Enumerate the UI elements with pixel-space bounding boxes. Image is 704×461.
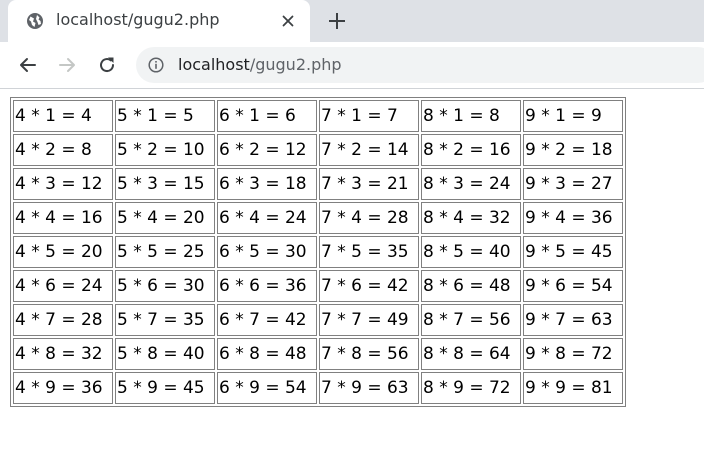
url-path: /gugu2.php (249, 55, 342, 74)
table-cell: 9 * 5 = 45 (523, 236, 623, 268)
table-cell: 4 * 2 = 8 (13, 134, 113, 166)
table-cell: 6 * 7 = 42 (217, 304, 317, 336)
table-row: 4 * 1 = 45 * 1 = 56 * 1 = 67 * 1 = 78 * … (13, 100, 623, 132)
table-cell: 6 * 8 = 48 (217, 338, 317, 370)
table-cell: 8 * 9 = 72 (421, 372, 521, 404)
table-cell: 4 * 5 = 20 (13, 236, 113, 268)
table-cell: 5 * 2 = 10 (115, 134, 215, 166)
table-cell: 7 * 1 = 7 (319, 100, 419, 132)
table-cell: 4 * 4 = 16 (13, 202, 113, 234)
table-cell: 8 * 5 = 40 (421, 236, 521, 268)
page-content: 4 * 1 = 45 * 1 = 56 * 1 = 67 * 1 = 78 * … (0, 89, 704, 461)
table-cell: 8 * 1 = 8 (421, 100, 521, 132)
table-cell: 5 * 8 = 40 (115, 338, 215, 370)
close-icon[interactable] (280, 13, 296, 29)
table-cell: 9 * 8 = 72 (523, 338, 623, 370)
table-cell: 7 * 5 = 35 (319, 236, 419, 268)
table-cell: 9 * 2 = 18 (523, 134, 623, 166)
table-cell: 9 * 7 = 63 (523, 304, 623, 336)
table-cell: 5 * 4 = 20 (115, 202, 215, 234)
table-cell: 6 * 6 = 36 (217, 270, 317, 302)
globe-icon (27, 13, 43, 29)
table-cell: 5 * 5 = 25 (115, 236, 215, 268)
table-cell: 7 * 8 = 56 (319, 338, 419, 370)
table-cell: 6 * 5 = 30 (217, 236, 317, 268)
table-cell: 4 * 7 = 28 (13, 304, 113, 336)
table-cell: 9 * 9 = 81 (523, 372, 623, 404)
table-cell: 5 * 7 = 35 (115, 304, 215, 336)
table-cell: 8 * 2 = 16 (421, 134, 521, 166)
arrow-left-icon[interactable] (18, 55, 38, 75)
table-cell: 9 * 4 = 36 (523, 202, 623, 234)
address-bar[interactable]: localhost/gugu2.php (136, 47, 704, 83)
table-cell: 8 * 8 = 64 (421, 338, 521, 370)
browser-tab[interactable]: localhost/gugu2.php (8, 0, 310, 42)
table-cell: 7 * 3 = 21 (319, 168, 419, 200)
table-cell: 5 * 9 = 45 (115, 372, 215, 404)
table-cell: 9 * 3 = 27 (523, 168, 623, 200)
table-cell: 4 * 3 = 12 (13, 168, 113, 200)
info-icon[interactable] (148, 57, 164, 73)
table-row: 4 * 3 = 12 5 * 3 = 15 6 * 3 = 18 7 * 3 = 21… (13, 168, 623, 200)
url-host: localhost (178, 55, 250, 74)
tab-title: localhost/gugu2.php (56, 10, 220, 29)
table-row: 4 * 4 = 16 5 * 4 = 20 6 * 4 = 24 7 * 4 = 28… (13, 202, 623, 234)
table-row: 4 * 8 = 32 5 * 8 = 40 6 * 8 = 48 7 * 8 = 56… (13, 338, 623, 370)
table-cell: 7 * 9 = 63 (319, 372, 419, 404)
table-row: 4 * 5 = 20 5 * 5 = 25 6 * 5 = 30 7 * 5 = 35… (13, 236, 623, 268)
reload-icon[interactable] (97, 55, 117, 75)
table-cell: 5 * 6 = 30 (115, 270, 215, 302)
url-text[interactable]: localhost/gugu2.php (178, 55, 342, 74)
table-cell: 4 * 8 = 32 (13, 338, 113, 370)
plus-icon[interactable] (327, 11, 347, 31)
table-cell: 6 * 9 = 54 (217, 372, 317, 404)
multiplication-table: 4 * 1 = 45 * 1 = 56 * 1 = 67 * 1 = 78 * … (10, 97, 626, 407)
table-cell: 6 * 4 = 24 (217, 202, 317, 234)
table-cell: 9 * 6 = 54 (523, 270, 623, 302)
table-row: 4 * 6 = 24 5 * 6 = 30 6 * 6 = 36 7 * 6 = 42… (13, 270, 623, 302)
table-cell: 7 * 6 = 42 (319, 270, 419, 302)
table-cell: 5 * 1 = 5 (115, 100, 215, 132)
table-cell: 4 * 6 = 24 (13, 270, 113, 302)
table-row: 4 * 9 = 36 5 * 9 = 45 6 * 9 = 54 7 * 9 = 63… (13, 372, 623, 404)
table-cell: 6 * 2 = 12 (217, 134, 317, 166)
browser-toolbar: localhost/gugu2.php (0, 42, 704, 89)
arrow-right-icon[interactable] (57, 55, 77, 75)
table-cell: 7 * 7 = 49 (319, 304, 419, 336)
table-cell: 6 * 3 = 18 (217, 168, 317, 200)
table-cell: 8 * 6 = 48 (421, 270, 521, 302)
table-row: 4 * 2 = 85 * 2 = 10 6 * 2 = 12 7 * 2 = 14 8… (13, 134, 623, 166)
table-cell: 8 * 4 = 32 (421, 202, 521, 234)
table-cell: 7 * 4 = 28 (319, 202, 419, 234)
table-cell: 4 * 1 = 4 (13, 100, 113, 132)
table-cell: 8 * 3 = 24 (421, 168, 521, 200)
table-cell: 6 * 1 = 6 (217, 100, 317, 132)
table-row: 4 * 7 = 28 5 * 7 = 35 6 * 7 = 42 7 * 7 = 49… (13, 304, 623, 336)
table-cell: 4 * 9 = 36 (13, 372, 113, 404)
table-cell: 9 * 1 = 9 (523, 100, 623, 132)
table-cell: 7 * 2 = 14 (319, 134, 419, 166)
tab-strip: localhost/gugu2.php (0, 0, 704, 42)
table-cell: 5 * 3 = 15 (115, 168, 215, 200)
table-cell: 8 * 7 = 56 (421, 304, 521, 336)
